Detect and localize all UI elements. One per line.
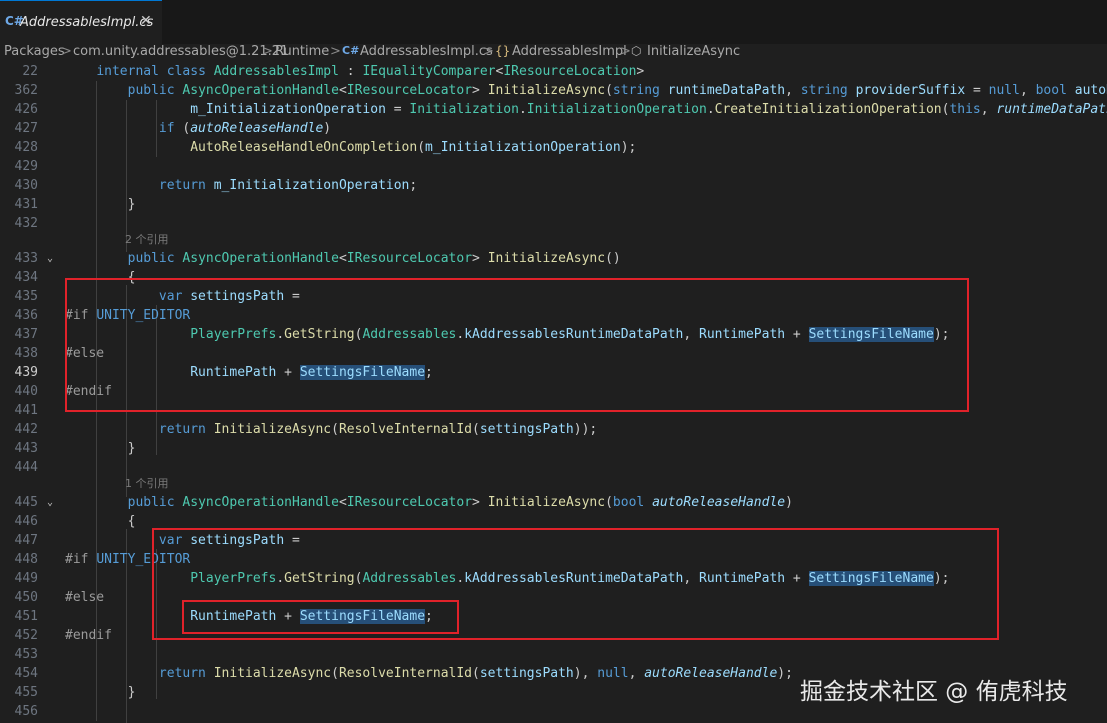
code-line: public AsyncOperationHandle<IResourceLoc…: [127, 251, 621, 266]
breadcrumb-class[interactable]: AddressablesImpl: [512, 44, 627, 59]
reference-count-hint[interactable]: 2 个引用: [125, 230, 169, 249]
line-number: 429: [14, 159, 38, 174]
code-line: public AsyncOperationHandle<IResourceLoc…: [127, 83, 1107, 98]
chevron-right-icon: >: [483, 44, 494, 59]
line-number: 430: [14, 178, 38, 193]
chevron-right-icon: >: [61, 44, 72, 59]
code-line: #endif: [65, 628, 112, 643]
code-line: m_InitializationOperation = Initializati…: [190, 102, 1107, 117]
csharp-file-icon: C#: [342, 44, 360, 57]
line-number: 435: [14, 289, 38, 304]
code-line: if (autoReleaseHandle): [158, 121, 332, 136]
code-line: }: [65, 197, 136, 212]
fold-chevron-icon[interactable]: ⌄: [47, 493, 53, 512]
line-number: 446: [14, 514, 38, 529]
class-icon: {}: [495, 44, 511, 58]
line-number: 451: [14, 609, 38, 624]
reference-count-hint[interactable]: 1 个引用: [125, 474, 169, 493]
line-number: 443: [14, 441, 38, 456]
line-number: 444: [14, 460, 38, 475]
fold-chevron-icon[interactable]: ⌄: [47, 249, 53, 268]
line-number: 453: [14, 647, 38, 662]
code-line: #else: [65, 590, 105, 605]
line-number: 450: [14, 590, 38, 605]
code-line: internal class AddressablesImpl : IEqual…: [96, 64, 645, 79]
line-number: 433: [14, 251, 38, 266]
line-number: 431: [14, 197, 38, 212]
code-line: {: [65, 514, 136, 529]
line-number: 22: [22, 64, 38, 79]
line-number: 445: [14, 495, 38, 510]
line-number: 437: [14, 327, 38, 342]
line-number: 454: [14, 666, 38, 681]
breadcrumb-packages[interactable]: Packages: [4, 44, 65, 59]
line-number: 448: [14, 552, 38, 567]
line-number: 426: [14, 102, 38, 117]
code-line: public AsyncOperationHandle<IResourceLoc…: [127, 495, 793, 510]
breadcrumb: Packages > com.unity.addressables@1.21.2…: [0, 44, 1107, 62]
line-number: 432: [14, 216, 38, 231]
chevron-right-icon: >: [620, 44, 631, 59]
line-number: 362: [14, 83, 38, 98]
line-number: 447: [14, 533, 38, 548]
breadcrumb-method[interactable]: InitializeAsync: [647, 44, 740, 59]
tab-addressablesimpl[interactable]: C# AddressablesImpl.cs ✕: [0, 0, 162, 44]
line-number: 427: [14, 121, 38, 136]
line-number: 455: [14, 685, 38, 700]
line-number: 428: [14, 140, 38, 155]
watermark: 掘金技术社区 @ 侑虎科技: [800, 679, 1068, 705]
code-line: }: [65, 441, 136, 456]
line-number: 449: [14, 571, 38, 586]
code-editor[interactable]: 22 362 426 427 428 429 430 431 432 433 4…: [0, 62, 1107, 723]
close-icon[interactable]: ✕: [140, 13, 152, 29]
line-number: 434: [14, 270, 38, 285]
code-line: return InitializeAsync(ResolveInternalId…: [158, 666, 793, 681]
tab-label: AddressablesImpl.cs: [20, 15, 154, 30]
code-line: }: [65, 685, 136, 700]
annotation-box: [182, 600, 459, 634]
code-line: AutoReleaseHandleOnCompletion(m_Initiali…: [190, 140, 637, 155]
line-number: 452: [14, 628, 38, 643]
code-line: return m_InitializationOperation;: [158, 178, 418, 193]
line-number: 442: [14, 422, 38, 437]
tab-bar: C# AddressablesImpl.cs ✕: [0, 0, 1107, 44]
chevron-right-icon: >: [262, 44, 273, 59]
line-number: 440: [14, 384, 38, 399]
method-icon: ⬡: [631, 44, 642, 58]
line-number: 441: [14, 403, 38, 418]
line-number: 436: [14, 308, 38, 323]
breadcrumb-package[interactable]: com.unity.addressables@1.21.21: [73, 44, 288, 59]
breadcrumb-runtime[interactable]: Runtime: [275, 44, 329, 59]
line-number: 456: [14, 704, 38, 719]
breadcrumb-file[interactable]: AddressablesImpl.cs: [360, 44, 493, 59]
chevron-right-icon: >: [330, 44, 341, 59]
line-number: 438: [14, 346, 38, 361]
code-line: return InitializeAsync(ResolveInternalId…: [158, 422, 598, 437]
line-number-active: 439: [14, 365, 38, 380]
annotation-box: [65, 278, 969, 412]
